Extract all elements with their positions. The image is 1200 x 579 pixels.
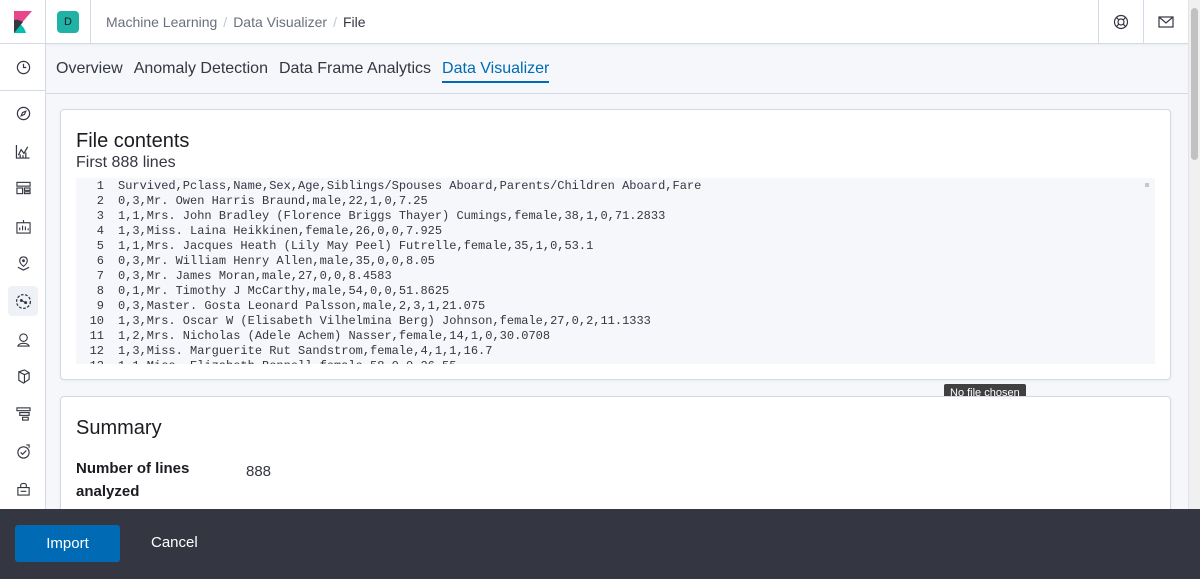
line-number: 4 (96, 224, 104, 238)
canvas-icon (15, 219, 31, 234)
chart-icon (15, 144, 30, 159)
nav-recently-viewed[interactable] (8, 52, 38, 82)
line-number: 5 (96, 239, 104, 253)
tab-overview[interactable]: Overview (56, 60, 123, 83)
nav-logs[interactable] (8, 361, 38, 391)
nav-users[interactable] (8, 324, 38, 354)
nav-divider (0, 90, 46, 91)
mail-icon (1158, 15, 1174, 28)
code-line: 5 1,1,Mrs. Jacques Heath (Lily May Peel) … (76, 239, 1155, 254)
line-text: 1,3,Miss. Marguerite Rut Sandstrom,femal… (118, 344, 493, 358)
line-text: 0,3,Master. Gosta Leonard Palsson,male,2… (118, 299, 486, 313)
code-line: 10 1,3,Mrs. Oscar W (Elisabeth Vilhelmina… (76, 314, 1155, 329)
map-pin-icon (17, 255, 29, 271)
lifebuoy-icon (1113, 14, 1129, 29)
editor-scrollbar[interactable] (1145, 183, 1149, 187)
logs-icon (17, 368, 30, 384)
line-text: 1,2,Mrs. Nicholas (Adele Achem) Nasser,f… (118, 329, 551, 343)
code-line: 6 0,3,Mr. William Henry Allen,male,35,0,0… (76, 254, 1155, 269)
line-number: 2 (96, 194, 104, 208)
breadcrumb: Machine Learning / Data Visualizer / Fil… (91, 14, 1098, 30)
nav-visualize[interactable] (8, 136, 38, 166)
line-text: 0,3,Mr. James Moran,male,27,0,0,8.4583 (118, 269, 392, 283)
line-number: 9 (96, 299, 104, 313)
line-number: 6 (96, 254, 104, 268)
code-line: 1 Survived,Pclass,Name,Sex,Age,Siblings/S… (76, 179, 1155, 194)
tab-anomaly-detection[interactable]: Anomaly Detection (134, 60, 268, 83)
file-contents-title: File contents (76, 130, 190, 152)
space-avatar: D (57, 10, 79, 33)
nav-machine-learning[interactable] (8, 286, 38, 316)
line-text: 1,1,Mrs. Jacques Heath (Lily May Peel) F… (118, 239, 594, 253)
line-number: 13 (76, 359, 118, 364)
line-number: 10 (89, 314, 104, 328)
lines-analyzed-label: Number of lines analyzed (76, 460, 190, 500)
line-number: 12 (89, 344, 104, 358)
code-line: 7 0,3,Mr. James Moran,male,27,0,0,8.4583 (76, 269, 1155, 284)
ml-tabs: Overview Anomaly Detection Data Frame An… (56, 60, 560, 83)
code-line: 11 1,2,Mrs. Nicholas (Adele Achem) Nasser… (76, 329, 1155, 344)
line-text: 0,3,Mr. Owen Harris Braund,male,22,1,0,7… (118, 194, 428, 208)
line-number: 7 (96, 269, 104, 283)
cancel-button[interactable]: Cancel (151, 534, 198, 551)
file-contents-editor[interactable]: 1 Survived,Pclass,Name,Sex,Age,Siblings/S… (76, 178, 1155, 364)
page-scrollbar-thumb[interactable] (1191, 8, 1198, 160)
nav-canvas[interactable] (8, 211, 38, 241)
nav-maps[interactable] (8, 248, 38, 278)
breadcrumb-file: File (342, 13, 366, 30)
top-header: D Machine Learning / Data Visualizer / F… (0, 0, 1188, 44)
apm-icon (15, 406, 31, 421)
clock-icon (16, 60, 30, 74)
page-scrollbar[interactable] (1188, 0, 1200, 509)
code-line: 3 1,1,Mrs. John Bradley (Florence Briggs … (76, 209, 1155, 224)
code-line: 131,1,Miss. Elizabeth Bonnell,female,58,… (76, 359, 1155, 364)
tabs-divider (46, 93, 1188, 94)
code-line: 8 0,1,Mr. Timothy J McCarthy,male,54,0,0,… (76, 284, 1155, 299)
compass-icon (16, 106, 30, 120)
space-selector[interactable]: D (46, 0, 91, 44)
lock-icon (16, 482, 30, 496)
tab-data-frame-analytics[interactable]: Data Frame Analytics (279, 60, 431, 83)
file-contents-subtitle: First 888 lines (76, 154, 176, 171)
user-icon (16, 332, 30, 347)
breadcrumb-separator: / (223, 13, 228, 30)
kibana-logo-icon (13, 10, 32, 33)
import-button[interactable]: Import (15, 525, 120, 562)
line-text: 1,3,Miss. Laina Heikkinen,female,26,0,0,… (118, 224, 443, 238)
side-nav (0, 44, 46, 579)
line-text: Survived,Pclass,Name,Sex,Age,Siblings/Sp… (118, 179, 702, 193)
nav-discover[interactable] (8, 98, 38, 128)
line-number: 8 (96, 284, 104, 298)
nav-uptime[interactable] (8, 436, 38, 466)
line-text: 0,1,Mr. Timothy J McCarthy,male,54,0,0,5… (118, 284, 450, 298)
line-number: 1 (96, 179, 104, 193)
breadcrumb-machine-learning[interactable]: Machine Learning (106, 14, 217, 30)
file-contents-panel: File contents First 888 lines 1 Survived,… (60, 109, 1171, 380)
line-text: 0,3,Mr. William Henry Allen,male,35,0,0,… (118, 254, 435, 268)
nav-security[interactable] (8, 473, 38, 503)
machine-learning-icon (15, 293, 31, 309)
code-line: 4 1,3,Miss. Laina Heikkinen,female,26,0,0… (76, 224, 1155, 239)
help-button[interactable] (1098, 0, 1143, 44)
dashboard-icon (15, 181, 31, 195)
code-line: 2 0,3,Mr. Owen Harris Braund,male,22,1,0,… (76, 194, 1155, 209)
breadcrumb-separator: / (333, 13, 337, 30)
nav-apm[interactable] (8, 398, 38, 428)
summary-title: Summary (76, 417, 162, 439)
line-text: 1,1,Miss. Elizabeth Bonnell,female,58,0,… (118, 359, 456, 364)
uptime-icon (16, 443, 30, 459)
code-line: 9 0,3,Master. Gosta Leonard Palsson,male,… (76, 299, 1155, 314)
nav-dashboard[interactable] (8, 173, 38, 203)
tab-data-visualizer[interactable]: Data Visualizer (442, 60, 550, 83)
line-number: 11 (89, 329, 104, 343)
bottom-bar: Import Cancel (0, 509, 1200, 579)
breadcrumb-data-visualizer[interactable]: Data Visualizer (233, 14, 327, 30)
code-line: 12 1,3,Miss. Marguerite Rut Sandstrom,fem… (76, 344, 1155, 359)
lines-analyzed-value: 888 (246, 463, 272, 480)
line-text: 1,3,Mrs. Oscar W (Elisabeth Vilhelmina B… (118, 314, 651, 328)
newsfeed-button[interactable] (1143, 0, 1188, 44)
kibana-logo-button[interactable] (0, 0, 46, 44)
line-number: 3 (96, 209, 104, 223)
line-text: 1,1,Mrs. John Bradley (Florence Briggs T… (118, 209, 666, 223)
